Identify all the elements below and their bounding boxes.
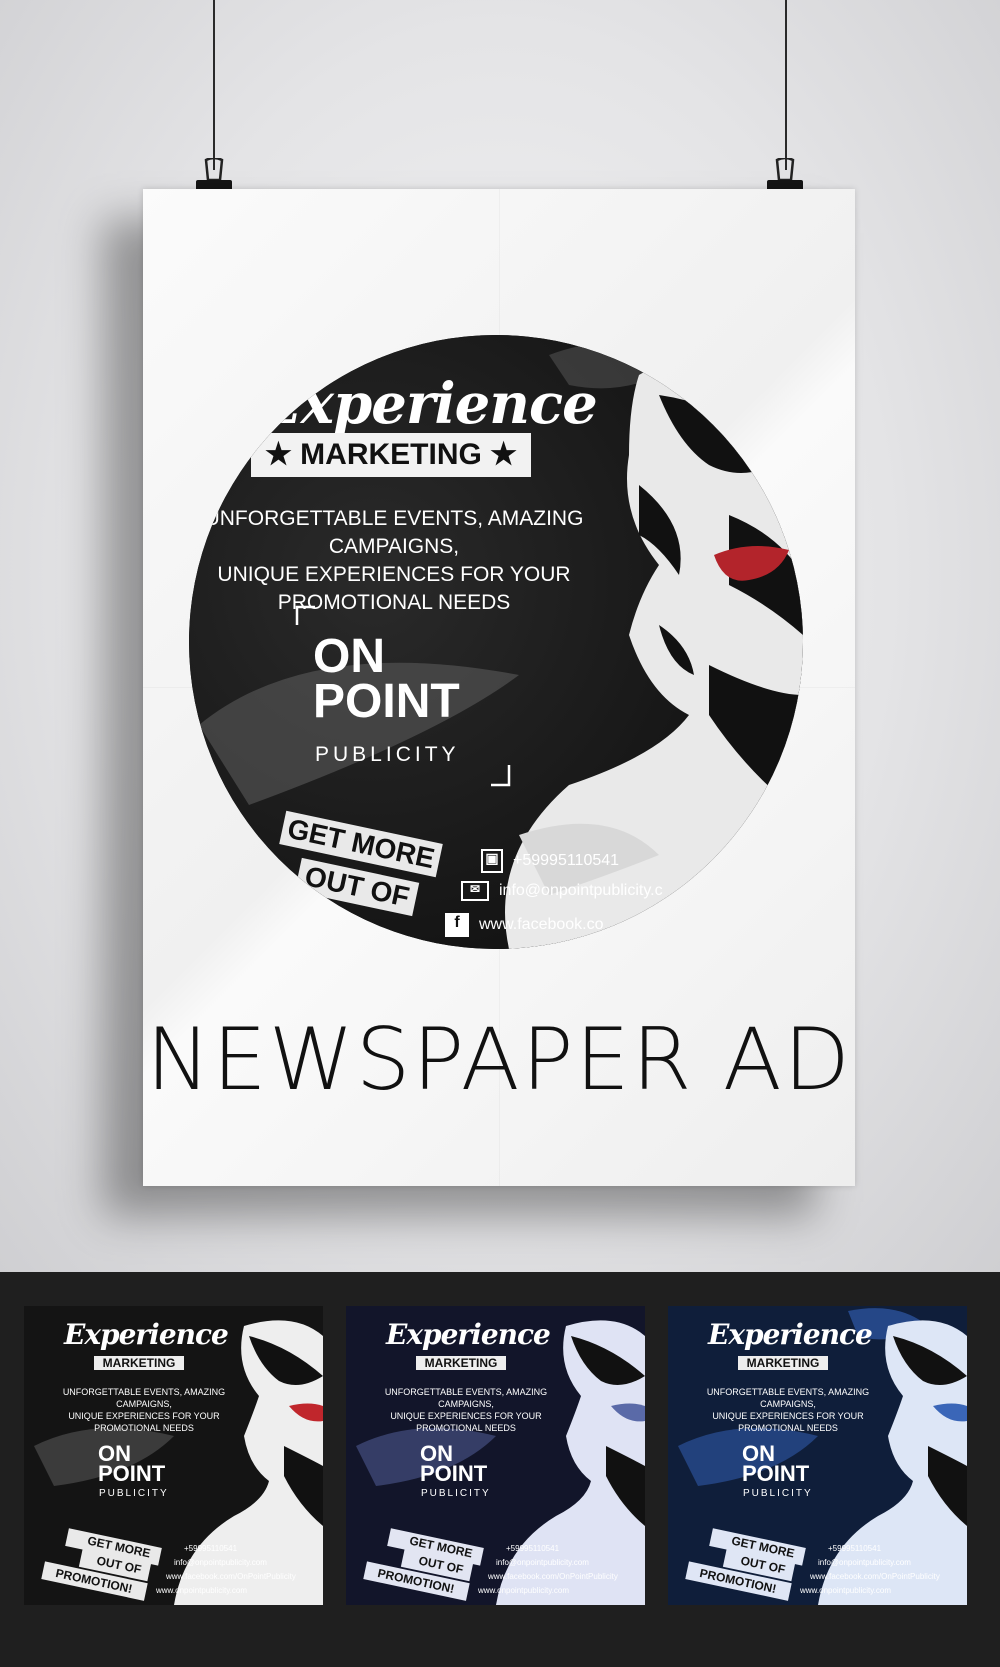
hanging-wire-left [213, 0, 215, 170]
facebook-icon: f [445, 913, 469, 937]
thumb-facebook: www.facebook.com/OnPointPublicity [810, 1572, 940, 1581]
variant-thumb-black: Experience MARKETING UNFORGETTABLE EVENT… [24, 1306, 323, 1605]
envelope-icon: ✉ [461, 881, 489, 901]
variant-thumb-navy: Experience MARKETING UNFORGETTABLE EVENT… [346, 1306, 645, 1605]
hanging-wire-right [785, 0, 787, 170]
ad-brand-publicity: PUBLICITY [315, 743, 460, 766]
ad-tagline-line-1: UNFORGETTABLE EVENTS, AMAZING CAMPAIGNS, [204, 507, 584, 558]
thumb-email: info@onpointpublicity.com [818, 1558, 911, 1567]
ad-tagline: UNFORGETTABLE EVENTS, AMAZING CAMPAIGNS,… [199, 505, 589, 617]
thumb-brand-publicity: PUBLICITY [99, 1488, 169, 1499]
thumb-brand-publicity: PUBLICITY [421, 1488, 491, 1499]
poster-title: NEWSPAPER AD [146, 1010, 852, 1110]
ad-tagline-line-2: UNIQUE EXPERIENCES FOR YOUR [217, 563, 571, 586]
ad-contact-facebook: f www.facebook.co [445, 913, 604, 937]
thumb-experience: Experience [64, 1318, 229, 1351]
thumb-website: www.onpointpublicity.com [156, 1586, 248, 1595]
thumb-phone: +59995110541 [828, 1544, 882, 1553]
thumb-website: www.onpointpublicity.com [478, 1586, 570, 1595]
thumb-facebook: www.facebook.com/OnPointPublicity [166, 1572, 296, 1581]
thumb-email: info@onpointpublicity.com [496, 1558, 589, 1567]
thumb-tagline: UNFORGETTABLE EVENTS, AMAZING CAMPAIGNS,… [706, 1387, 870, 1433]
thumb-brand-point: POINT [742, 1461, 810, 1486]
ad-experience-script: Experience [259, 371, 598, 437]
ad-contact-email: ✉ info@onpointpublicity.c [461, 881, 663, 901]
ad-brand-point: POINT [313, 675, 460, 728]
ad-tagline-line-3: PROMOTIONAL NEEDS [277, 591, 511, 614]
thumb-marketing: MARKETING [416, 1356, 506, 1370]
star-right-icon: ★ [481, 438, 518, 471]
star-left-icon: ★ [264, 438, 301, 471]
thumb-experience: Experience [708, 1318, 873, 1351]
ad-contact-phone: ▣ +59995110541 [481, 849, 619, 873]
thumb-phone: +59995110541 [184, 1544, 238, 1553]
thumb-email: info@onpointpublicity.com [174, 1558, 267, 1567]
thumb-marketing: MARKETING [94, 1356, 184, 1370]
thumb-marketing: MARKETING [738, 1356, 828, 1370]
thumb-tagline: UNFORGETTABLE EVENTS, AMAZING CAMPAIGNS,… [384, 1387, 548, 1433]
contact-card-icon: ▣ [481, 849, 503, 873]
thumb-website: www.onpointpublicity.com [800, 1586, 892, 1595]
thumb-brand-point: POINT [420, 1461, 488, 1486]
thumb-experience: Experience [386, 1318, 551, 1351]
ad-brand-on: ON [313, 630, 385, 683]
thumb-brand-point: POINT [98, 1461, 166, 1486]
thumb-brand-publicity: PUBLICITY [743, 1488, 813, 1499]
thumb-tagline: UNFORGETTABLE EVENTS, AMAZING CAMPAIGNS,… [62, 1387, 226, 1433]
ad-marketing-ribbon: ★ MARKETING ★ [251, 433, 531, 477]
variant-thumb-blue: Experience MARKETING UNFORGETTABLE EVENT… [668, 1306, 967, 1605]
thumb-facebook: www.facebook.com/OnPointPublicity [488, 1572, 618, 1581]
thumb-phone: +59995110541 [506, 1544, 560, 1553]
poster-circle-ad: Experience ★ MARKETING ★ UNFORGETTABLE E… [189, 335, 803, 949]
